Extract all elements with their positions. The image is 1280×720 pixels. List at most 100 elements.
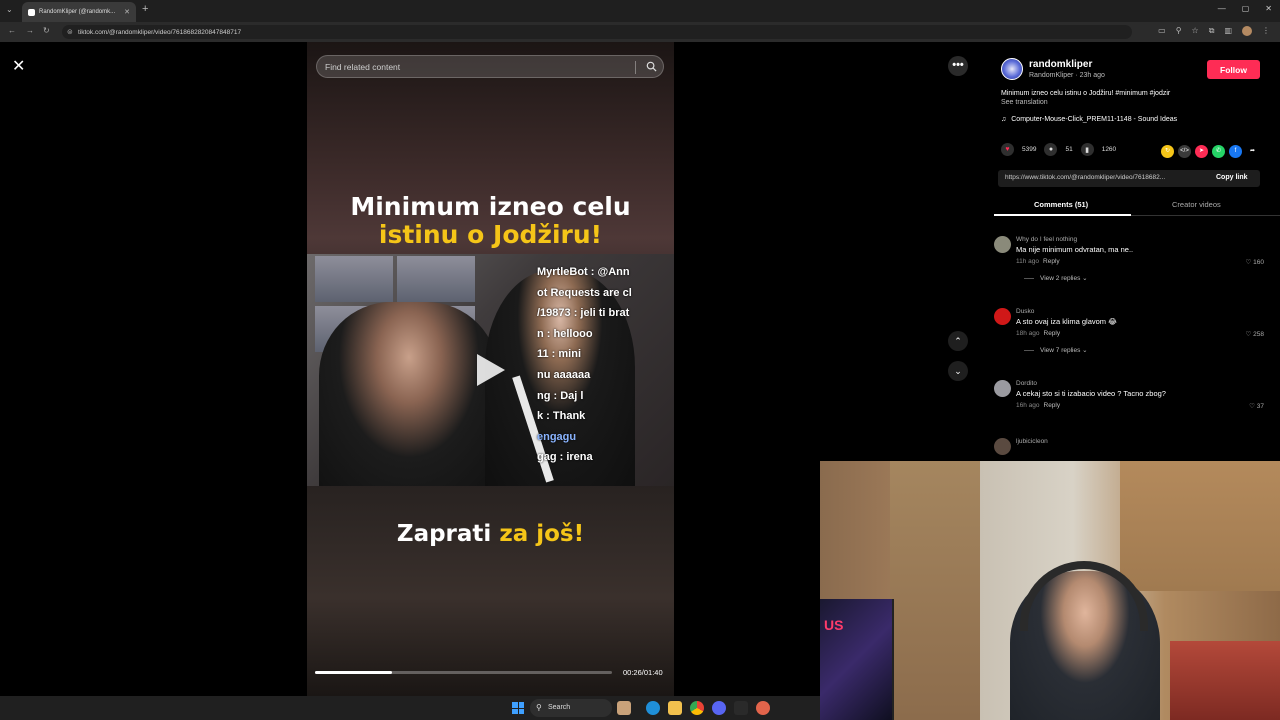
author-username[interactable]: randomkliper <box>1029 59 1092 70</box>
cta-text-yellow: za još! <box>499 521 585 547</box>
more-options-icon[interactable]: ••• <box>948 56 968 76</box>
webcam-cabinet <box>1120 461 1280 591</box>
bookmark-icon[interactable]: ▮ <box>1080 143 1094 156</box>
tab-close-icon[interactable]: ✕ <box>124 8 130 16</box>
reload-icon[interactable]: ↻ <box>43 26 50 35</box>
follow-button[interactable]: Follow <box>1207 60 1260 79</box>
new-tab-icon[interactable]: + <box>142 3 148 15</box>
commenter-avatar[interactable] <box>994 236 1011 253</box>
search-icon[interactable] <box>646 61 657 72</box>
chat-line: k : Thank <box>537 410 586 423</box>
minimize-icon[interactable]: — <box>1218 4 1226 13</box>
forward-icon[interactable]: → <box>26 26 34 35</box>
whatsapp-icon[interactable]: ✆ <box>1212 145 1225 158</box>
windows-start-icon[interactable] <box>512 702 524 714</box>
facebook-icon[interactable]: f <box>1229 145 1242 158</box>
tiktok-favicon-icon <box>28 8 35 16</box>
tab-title: RandomKliper (@randomk... <box>39 9 116 15</box>
comment-like[interactable]: ♡ 160 <box>1246 258 1265 266</box>
commenter-avatar[interactable] <box>994 308 1011 325</box>
video-progress-bar[interactable] <box>315 671 612 674</box>
discord-icon[interactable] <box>712 701 726 715</box>
next-video-icon[interactable]: ⌄ <box>948 361 968 381</box>
video-time: 00:26/01:40 <box>623 668 663 677</box>
url-field[interactable]: ⊜ tiktok.com/@randomkliper/video/7618682… <box>62 25 1132 39</box>
file-explorer-icon[interactable] <box>668 701 682 715</box>
pc-case-logo: US <box>824 617 844 633</box>
comment-like[interactable]: ♡ 258 <box>1246 330 1265 338</box>
follow-cta: Zaprati za još! <box>307 520 674 548</box>
extensions-icon[interactable]: ⧉ <box>1209 26 1215 36</box>
close-icon[interactable]: ✕ <box>12 56 25 76</box>
video-player[interactable]: Minimum izneo celu istinu o Jodžiru! Myr… <box>307 42 674 696</box>
see-translation-link[interactable]: See translation <box>1001 99 1048 106</box>
chrome-icon[interactable] <box>690 701 704 715</box>
streamer-left <box>319 302 499 486</box>
back-icon[interactable]: ← <box>8 26 16 35</box>
site-info-icon[interactable]: ⊜ <box>67 28 73 36</box>
music-title: Computer-Mouse-Click_PREM11-1148 - Sound… <box>1011 116 1178 123</box>
author-avatar[interactable] <box>1001 58 1023 80</box>
share-arrow-icon[interactable]: ➦ <box>1246 145 1259 158</box>
chat-line: ng : Daj l <box>537 389 584 402</box>
music-link[interactable]: ♫ Computer-Mouse-Click_PREM11-1148 - Sou… <box>1001 116 1177 123</box>
tab-comments[interactable]: Comments (51) <box>1034 200 1088 209</box>
comment-time: 18h ago <box>1016 330 1040 337</box>
active-tab-indicator <box>994 214 1131 216</box>
comment-text: A sto ovaj iza klima glavom 😂 <box>1016 317 1117 326</box>
copy-link-button[interactable]: Copy link <box>1216 174 1248 181</box>
comment-count: 51 <box>1065 146 1073 153</box>
video-description: Minimum izneo celu istinu o Jodžiru! #mi… <box>1001 90 1171 97</box>
commenter-avatar[interactable] <box>994 438 1011 455</box>
taskbar-search-icon: ⚲ <box>536 703 542 712</box>
view-replies-label: View 2 replies <box>1040 275 1081 282</box>
reply-button[interactable]: Reply <box>1044 402 1061 409</box>
view-replies-button[interactable]: View 7 replies ⌄ <box>1024 346 1088 354</box>
reply-button[interactable]: Reply <box>1043 258 1060 265</box>
bookmark-star-icon[interactable]: ☆ <box>1192 26 1199 36</box>
play-icon[interactable] <box>477 354 505 386</box>
taskbar-app-icon[interactable] <box>617 701 631 715</box>
like-heart-icon[interactable]: ♥ <box>1001 143 1014 156</box>
previous-video-icon[interactable]: ⌃ <box>948 331 968 351</box>
taskbar-app-icon[interactable] <box>734 701 748 715</box>
video-title-line-2: istinu o Jodžiru! <box>378 220 603 249</box>
zoom-icon[interactable]: ⚲ <box>1176 26 1182 36</box>
embed-code-icon[interactable]: </> <box>1178 145 1191 158</box>
reply-button[interactable]: Reply <box>1044 330 1061 337</box>
taskbar-search[interactable]: ⚲ Search <box>530 699 612 717</box>
commenter-avatar[interactable] <box>994 380 1011 397</box>
send-icon[interactable]: ➤ <box>1195 145 1208 158</box>
view-replies-button[interactable]: View 2 replies ⌄ <box>1024 274 1088 282</box>
comment-like[interactable]: ♡ 37 <box>1249 402 1264 410</box>
edge-icon[interactable] <box>646 701 660 715</box>
commenter-name[interactable]: Dordito <box>1016 380 1037 387</box>
comment-text: Ma nije minimum odvratan, ma ne.. <box>1016 245 1134 254</box>
tab-search-icon[interactable]: ⌄ <box>6 5 13 14</box>
address-bar: ← → ↻ ⊜ tiktok.com/@randomkliper/video/7… <box>0 22 1280 42</box>
cast-icon[interactable]: ▭ <box>1158 26 1166 36</box>
comment-like-count: 258 <box>1253 331 1264 338</box>
sidebar-icon[interactable]: ▥ <box>1224 26 1232 36</box>
related-search-input[interactable] <box>325 60 625 74</box>
video-link-text: https://www.tiktok.com/@randomkliper/vid… <box>1005 174 1166 181</box>
commenter-name[interactable]: ljubicicleon <box>1016 438 1048 445</box>
repost-icon[interactable]: ↻ <box>1161 145 1174 158</box>
browser-tab[interactable]: RandomKliper (@randomk... ✕ <box>22 2 136 22</box>
maximize-icon[interactable]: ▢ <box>1242 4 1250 13</box>
chat-line: gag : irena <box>537 451 593 464</box>
profile-avatar[interactable] <box>1242 26 1252 36</box>
webcam-door <box>890 461 980 720</box>
browser-tab-bar: ⌄ RandomKliper (@randomk... ✕ + — ▢ ✕ <box>0 0 1280 22</box>
comment-icon[interactable]: ● <box>1044 143 1058 156</box>
window-close-icon[interactable]: ✕ <box>1265 4 1272 13</box>
browser-menu-icon[interactable]: ⋮ <box>1262 26 1270 36</box>
taskbar-app-icon[interactable] <box>756 701 770 715</box>
commenter-name[interactable]: Why do I feel nothing <box>1016 236 1077 243</box>
like-count: 5399 <box>1022 146 1037 153</box>
share-icons: ↻ </> ➤ ✆ f ➦ <box>1161 145 1259 158</box>
tab-creator-videos[interactable]: Creator videos <box>1172 200 1221 209</box>
thumbnail <box>315 256 393 302</box>
comment-time: 11h ago <box>1016 258 1040 265</box>
commenter-name[interactable]: Dusko <box>1016 308 1034 315</box>
